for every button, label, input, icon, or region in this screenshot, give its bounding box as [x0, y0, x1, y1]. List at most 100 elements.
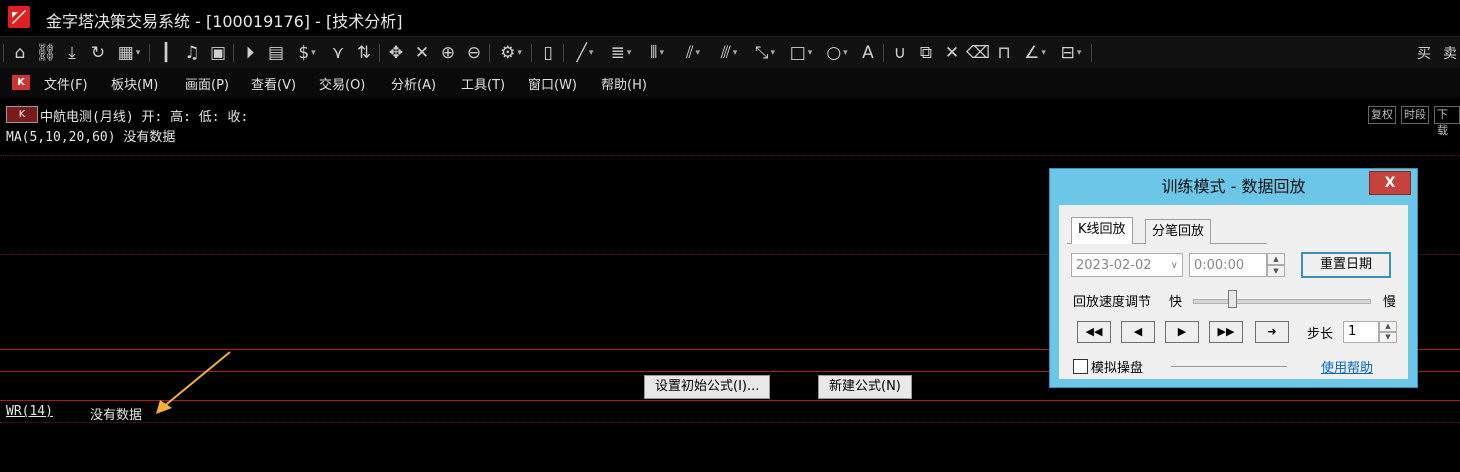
link-icon[interactable]: ⛓	[34, 37, 58, 69]
window-title: 金字塔决策交易系统 - [100019176] - [技术分析]	[46, 12, 403, 31]
reset-date-button[interactable]: 重置日期	[1301, 252, 1391, 278]
time-up-icon[interactable]: ▲	[1267, 253, 1285, 265]
tab-tick-replay[interactable]: 分笔回放	[1145, 219, 1212, 244]
tab-kline-replay[interactable]: K线回放	[1071, 217, 1133, 244]
move-icon[interactable]: ✥	[384, 37, 408, 69]
ma-indicator: MA(5,10,20,60) 没有数据	[6, 130, 176, 145]
date-select[interactable]: 2023-02-02 ∨	[1071, 253, 1183, 277]
play-icon[interactable]: ⏵	[238, 37, 262, 69]
chevron-down-icon: ▾	[695, 48, 701, 58]
time-down-icon[interactable]: ▼	[1267, 265, 1285, 277]
chevron-down-icon: ▾	[135, 48, 141, 58]
reset-date-label: 重置日期	[1319, 257, 1372, 272]
download-button[interactable]: 下载	[1434, 106, 1460, 137]
step-label: 步长	[1307, 327, 1334, 342]
speed-slider-thumb[interactable]	[1228, 290, 1238, 308]
play-button[interactable]: ▶	[1165, 321, 1199, 343]
speed-slider-track[interactable]	[1193, 299, 1371, 304]
rewind-fast-button[interactable]: ◀◀	[1077, 321, 1111, 343]
simulate-checkbox[interactable]	[1073, 359, 1088, 374]
menu-file[interactable]: 文件(F)	[44, 74, 88, 93]
mouse-icon[interactable]: ▯	[536, 37, 560, 69]
menu-window[interactable]: 窗口(W)	[528, 74, 577, 93]
menu-trade[interactable]: 交易(O)	[319, 74, 365, 93]
sell-button[interactable]: 卖	[1440, 37, 1460, 69]
chevron-down-icon: ▾	[1041, 48, 1046, 58]
download-icon[interactable]: ⤓	[60, 37, 84, 69]
help-link[interactable]: 使用帮助	[1321, 357, 1373, 376]
toolbar-separator	[1091, 44, 1092, 62]
step-backward-icon: ◀	[1133, 325, 1143, 338]
grid-line	[0, 422, 1460, 423]
zoom-out-icon[interactable]: ⊖	[462, 37, 486, 69]
parallel-icon[interactable]: ⫻ ▾	[712, 37, 746, 69]
annotation-arrow-icon	[156, 351, 231, 414]
menu-analysis[interactable]: 分析(A)	[391, 74, 436, 93]
set-initial-formula-button[interactable]: 设置初始公式(I)...	[644, 375, 771, 399]
menu-help[interactable]: 帮助(H)	[601, 74, 647, 93]
speed-slow-label: 慢	[1383, 295, 1397, 310]
time-field[interactable]: 0:00:00	[1189, 253, 1267, 277]
diagonal-icon[interactable]: ⤡ ▾	[748, 37, 782, 69]
fast-forward-button[interactable]: ▶▶	[1209, 321, 1243, 343]
play-icon: ▶	[1177, 325, 1187, 338]
chevron-down-icon: ▾	[588, 48, 594, 58]
copy-icon[interactable]: ⧉	[914, 37, 938, 69]
replay-dialog: 训练模式 - 数据回放 X K线回放 分笔回放 2023-02-02 ∨ 0:0…	[1049, 168, 1418, 388]
chevron-down-icon: ▾	[807, 48, 813, 58]
chevron-down-icon: ▾	[1076, 48, 1082, 58]
magnet-icon[interactable]: ∪	[888, 37, 912, 69]
chart-icon[interactable]: ▣	[206, 37, 230, 69]
menu-block[interactable]: 板块(M)	[111, 74, 158, 93]
dollar-icon[interactable]: $ ▾	[290, 37, 324, 69]
step-input[interactable]: 1	[1343, 321, 1379, 343]
refresh-icon[interactable]: ↻	[86, 37, 110, 69]
step-back-button[interactable]: ◀	[1121, 321, 1155, 343]
candlestick-icon[interactable]: ┃	[154, 37, 178, 69]
circle-icon[interactable]: ○ ▾	[820, 37, 854, 69]
period-button[interactable]: 时段	[1401, 106, 1429, 124]
sort-icon[interactable]: ⇅	[352, 37, 376, 69]
home-icon[interactable]: ⌂	[8, 37, 32, 69]
trash-icon[interactable]: ⌫	[966, 37, 990, 69]
zoom-in-icon[interactable]: ⊕	[436, 37, 460, 69]
rectangle-icon[interactable]: □ ▾	[784, 37, 818, 69]
fan-icon[interactable]: ⫽ ▾	[676, 37, 710, 69]
save-icon[interactable]: ⊟ ▾	[1054, 37, 1088, 69]
vertical-lines-icon[interactable]: ⦀ ▾	[640, 37, 674, 69]
step-value: 1	[1348, 324, 1357, 339]
step-up-icon[interactable]: ▲	[1379, 321, 1397, 332]
fib-icon[interactable]: ≣ ▾	[604, 37, 638, 69]
next-step-button[interactable]: ➜	[1255, 321, 1289, 343]
grid-icon[interactable]: ▦ ▾	[112, 37, 146, 69]
toolbar-separator	[149, 44, 150, 62]
filter-icon[interactable]: ⋎	[326, 37, 350, 69]
toolbar-separator	[379, 44, 380, 62]
line-icon[interactable]: ╱ ▾	[568, 37, 602, 69]
dialog-title: 训练模式 - 数据回放	[1161, 177, 1306, 196]
new-formula-button[interactable]: 新建公式(N)	[818, 375, 912, 399]
security-info: 中航电测(月线) 开: 高: 低: 收:	[40, 110, 249, 125]
kline-badge[interactable]: K	[6, 106, 38, 123]
bell-icon[interactable]: ♫	[180, 37, 204, 69]
chevron-down-icon: ∨	[1170, 260, 1178, 271]
text-icon[interactable]: A	[856, 37, 880, 69]
app-logo-icon	[8, 6, 30, 28]
lock-icon[interactable]: ⊓	[992, 37, 1016, 69]
menu-screen[interactable]: 画面(P)	[185, 74, 229, 93]
settings-icon[interactable]: ⚙ ▾	[494, 37, 528, 69]
chevron-down-icon: ▾	[843, 48, 848, 58]
step-down-icon[interactable]: ▼	[1379, 332, 1397, 343]
angle-icon[interactable]: ∠ ▾	[1018, 37, 1052, 69]
close-button[interactable]: X	[1369, 171, 1411, 195]
buy-button[interactable]: 买	[1414, 37, 1434, 69]
delete-icon[interactable]: ✕	[940, 37, 964, 69]
document-icon[interactable]: ▤	[264, 37, 288, 69]
adjust-button[interactable]: 复权	[1368, 106, 1396, 124]
chevron-down-icon: ▾	[517, 48, 522, 58]
cross-icon[interactable]: ✕	[410, 37, 434, 69]
menu-tools[interactable]: 工具(T)	[461, 74, 505, 93]
toolbar-separator	[883, 44, 884, 62]
menu-view[interactable]: 查看(V)	[251, 74, 296, 93]
toolbar-separator	[489, 44, 490, 62]
